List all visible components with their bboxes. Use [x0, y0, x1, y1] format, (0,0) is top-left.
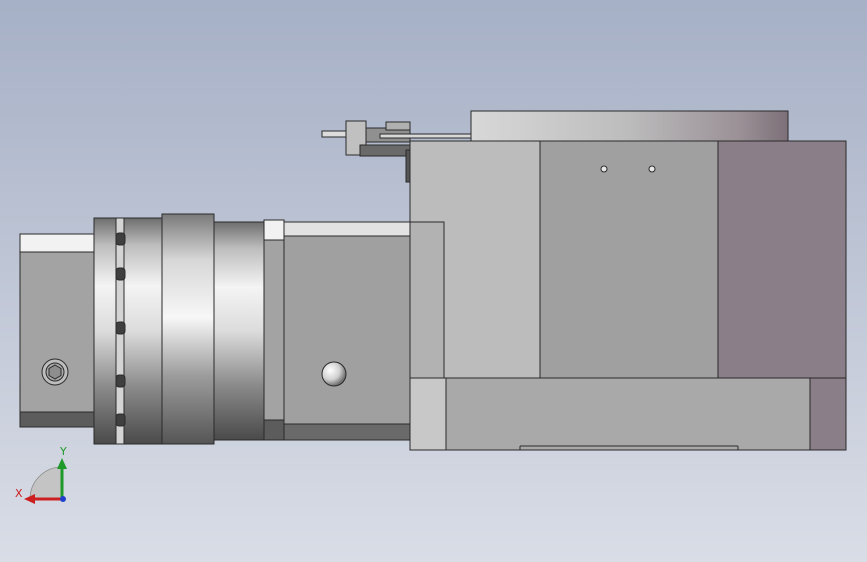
x-axis-label: X [15, 487, 23, 500]
model-canvas[interactable]: Y X [0, 0, 867, 562]
gearbox-ring [161, 213, 215, 445]
cad-viewport[interactable]: Y X [0, 0, 867, 562]
motor-end-cap[interactable] [19, 233, 95, 428]
adapter-plate [263, 219, 285, 441]
motor-body[interactable] [283, 221, 413, 441]
indicator-ball [321, 361, 347, 387]
bolt-flange [93, 217, 165, 445]
rotary-table-disk[interactable] [470, 110, 789, 144]
main-housing[interactable] [409, 140, 847, 451]
hex-bolt [41, 358, 69, 386]
z-axis-dot [60, 496, 66, 502]
gearbox-neck [213, 221, 265, 441]
y-axis-label: Y [59, 445, 67, 458]
